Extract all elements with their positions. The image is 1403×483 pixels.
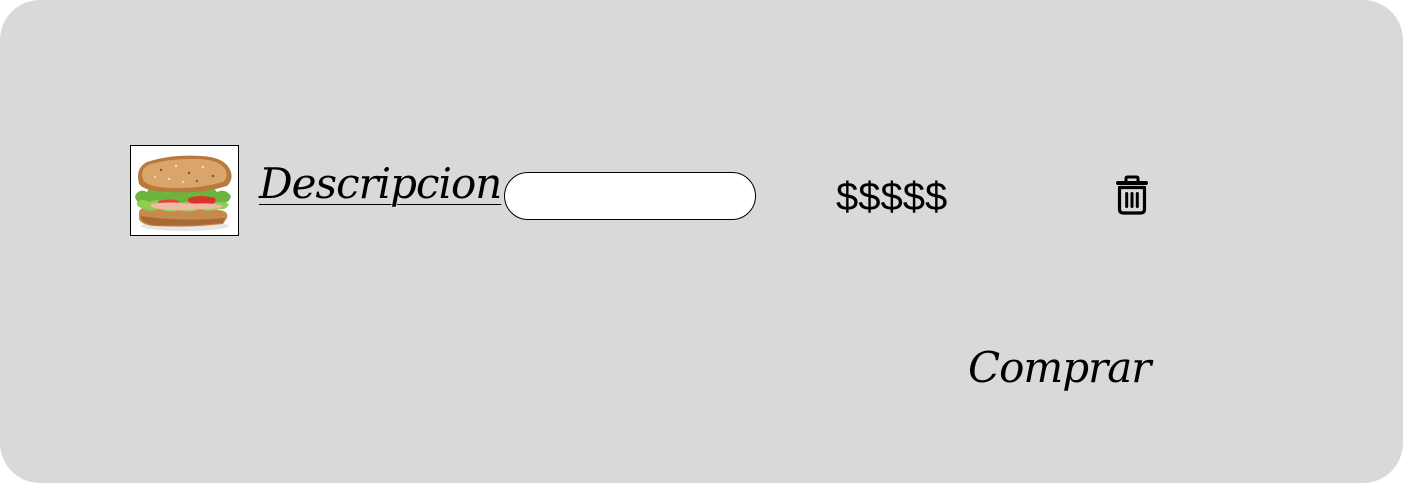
buy-button[interactable]: Comprar [968,340,1151,396]
product-price: $$$$$ [836,175,948,219]
cart-card: Descripcion $$$$$ Comprar [0,0,1403,483]
product-description-link[interactable]: Descripcion [259,158,502,210]
quantity-input[interactable] [504,172,756,220]
sandwich-image [131,146,238,235]
product-image [130,145,239,236]
trash-icon[interactable] [1113,175,1151,215]
